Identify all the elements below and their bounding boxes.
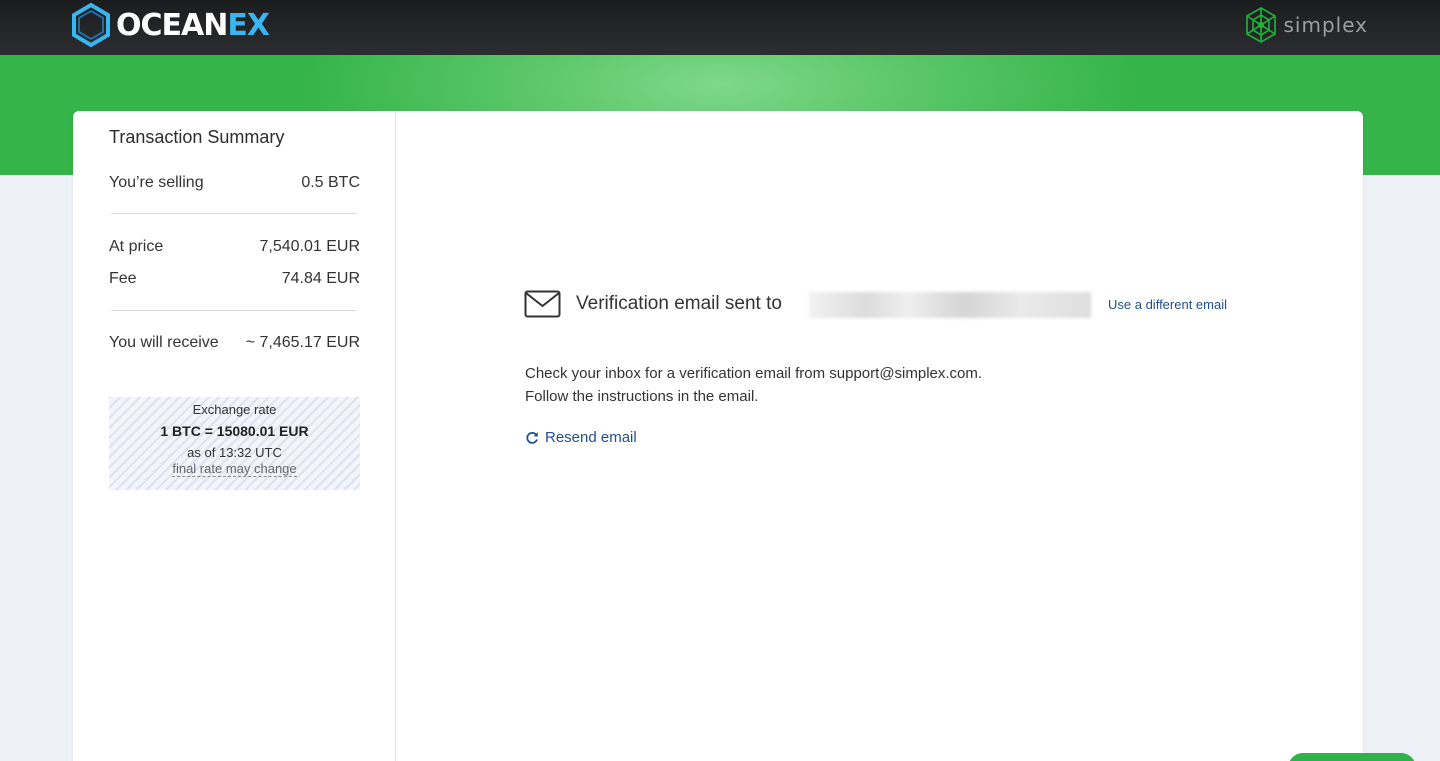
divider xyxy=(111,213,357,214)
summary-title: Transaction Summary xyxy=(109,127,285,147)
oceanex-wordmark: OCEANEX xyxy=(116,7,270,43)
receive-label: You will receive xyxy=(109,334,219,351)
main-card: Transaction Summary You’re selling 0.5 B… xyxy=(73,111,1363,761)
final-rate-tooltip-trigger[interactable]: final rate may change xyxy=(172,462,297,477)
fee-label: Fee xyxy=(109,270,137,287)
hexagon-logo-icon xyxy=(72,2,110,48)
verification-title: Verification email sent to xyxy=(576,293,782,314)
envelope-icon xyxy=(524,290,561,318)
exchange-rate-label: Exchange rate xyxy=(192,402,277,417)
selling-row: You’re selling 0.5 BTC xyxy=(109,174,360,192)
refresh-icon xyxy=(526,431,538,444)
use-different-email-link[interactable]: Use a different email xyxy=(1108,297,1227,312)
selling-label: You’re selling xyxy=(109,174,204,191)
exchange-rate-time: as of 13:32 UTC xyxy=(187,445,282,460)
green-action-button[interactable] xyxy=(1288,753,1416,761)
price-value: 7,540.01 EUR xyxy=(259,238,360,255)
oceanex-logo[interactable]: OCEANEX xyxy=(68,2,270,48)
instruction-line: Check your inbox for a verification emai… xyxy=(525,365,983,382)
fee-value: 74.84 EUR xyxy=(281,270,360,287)
simplex-network-icon xyxy=(1245,7,1276,43)
top-bar: OCEANEX simplex xyxy=(0,0,1440,55)
receive-value: ~ 7,465.17 EUR xyxy=(245,334,360,351)
transaction-summary-panel: Transaction Summary You’re selling 0.5 B… xyxy=(73,111,396,761)
exchange-rate-value: 1 BTC = 15080.01 EUR xyxy=(160,423,309,439)
exchange-rate-box: Exchange rate 1 BTC = 15080.01 EUR as of… xyxy=(109,397,360,490)
simplex-wordmark: simplex xyxy=(1283,13,1368,37)
price-label: At price xyxy=(109,238,164,255)
instructions: Check your inbox for a verification emai… xyxy=(525,362,982,408)
divider xyxy=(111,310,357,311)
receive-row: You will receive ~ 7,465.17 EUR xyxy=(109,334,360,352)
instruction-line: Follow the instructions in the email. xyxy=(525,388,759,405)
resend-email-button[interactable]: Resend email xyxy=(525,429,637,446)
resend-email-label: Resend email xyxy=(545,429,637,446)
simplex-logo[interactable]: simplex xyxy=(1242,6,1369,44)
fee-row: Fee 74.84 EUR xyxy=(109,270,360,288)
redacted-email xyxy=(809,292,1091,318)
verification-panel: Verification email sent to Use a differe… xyxy=(397,111,1363,761)
selling-value: 0.5 BTC xyxy=(301,174,360,191)
price-row: At price 7,540.01 EUR xyxy=(109,238,360,256)
